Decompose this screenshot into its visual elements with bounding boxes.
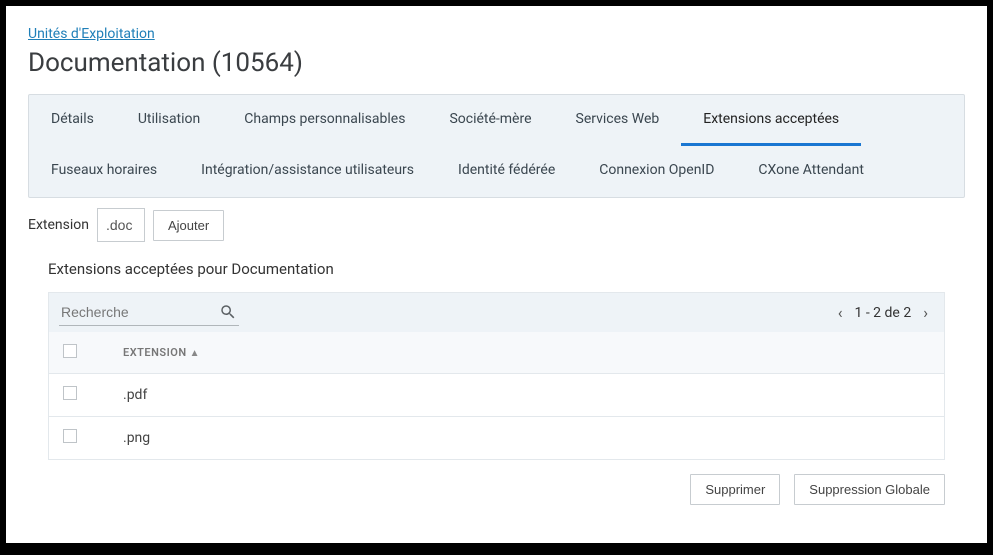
row-checkbox[interactable] bbox=[63, 429, 77, 443]
column-header-extension[interactable]: EXTENSION▲ bbox=[109, 332, 944, 374]
page-next-icon[interactable]: › bbox=[923, 303, 928, 322]
search-icon[interactable] bbox=[219, 303, 237, 321]
search-input[interactable] bbox=[61, 304, 191, 320]
extension-add-row: Extension Ajouter bbox=[28, 198, 965, 260]
tabs-row-1: Détails Utilisation Champs personnalisab… bbox=[29, 95, 964, 146]
search-wrap bbox=[59, 299, 239, 326]
extension-label: Extension bbox=[28, 217, 89, 233]
tab-details[interactable]: Détails bbox=[29, 95, 116, 146]
tab-extensions[interactable]: Extensions acceptées bbox=[681, 95, 861, 146]
tab-identite[interactable]: Identité fédérée bbox=[436, 146, 577, 197]
tabs-row-2: Fuseaux horaires Intégration/assistance … bbox=[29, 146, 964, 197]
extensions-table: EXTENSION▲ .pdf .png bbox=[49, 332, 944, 460]
accepted-extensions-section: Extensions acceptées pour Documentation … bbox=[28, 260, 965, 505]
tab-societe[interactable]: Société-mère bbox=[427, 95, 553, 146]
page-title: Documentation (10564) bbox=[28, 48, 965, 78]
row-extension-cell: .png bbox=[109, 417, 944, 460]
tab-champs[interactable]: Champs personnalisables bbox=[222, 95, 427, 146]
delete-button[interactable]: Supprimer bbox=[690, 474, 780, 505]
column-header-label: EXTENSION bbox=[123, 346, 187, 359]
extension-input[interactable] bbox=[97, 208, 145, 242]
table-toolbar: ‹ 1 - 2 de 2 › bbox=[48, 292, 945, 332]
row-extension-cell: .pdf bbox=[109, 374, 944, 417]
row-checkbox[interactable] bbox=[63, 386, 77, 400]
section-title: Extensions acceptées pour Documentation bbox=[48, 260, 945, 278]
tab-integration[interactable]: Intégration/assistance utilisateurs bbox=[179, 146, 436, 197]
table-row: .png bbox=[49, 417, 944, 460]
tab-fuseaux[interactable]: Fuseaux horaires bbox=[29, 146, 179, 197]
tab-utilisation[interactable]: Utilisation bbox=[116, 95, 222, 146]
table-header-row: EXTENSION▲ bbox=[49, 332, 944, 374]
pagination-text: 1 - 2 de 2 bbox=[855, 305, 912, 321]
page-prev-icon[interactable]: ‹ bbox=[838, 303, 843, 322]
sort-asc-icon: ▲ bbox=[190, 348, 200, 359]
table-wrap: EXTENSION▲ .pdf .png bbox=[48, 332, 945, 460]
select-all-checkbox[interactable] bbox=[63, 344, 77, 358]
select-all-header bbox=[49, 332, 109, 374]
tabs-bar: Détails Utilisation Champs personnalisab… bbox=[28, 94, 965, 198]
tab-services[interactable]: Services Web bbox=[554, 95, 682, 146]
global-delete-button[interactable]: Suppression Globale bbox=[794, 474, 945, 505]
breadcrumb[interactable]: Unités d'Exploitation bbox=[28, 26, 965, 42]
add-button[interactable]: Ajouter bbox=[153, 210, 224, 241]
tab-openid[interactable]: Connexion OpenID bbox=[577, 146, 736, 197]
table-row: .pdf bbox=[49, 374, 944, 417]
tab-cxone[interactable]: CXone Attendant bbox=[736, 146, 886, 197]
paginator: ‹ 1 - 2 de 2 › bbox=[838, 303, 928, 322]
app-frame: Unités d'Exploitation Documentation (105… bbox=[6, 6, 987, 543]
table-footer: Supprimer Suppression Globale bbox=[48, 460, 945, 505]
